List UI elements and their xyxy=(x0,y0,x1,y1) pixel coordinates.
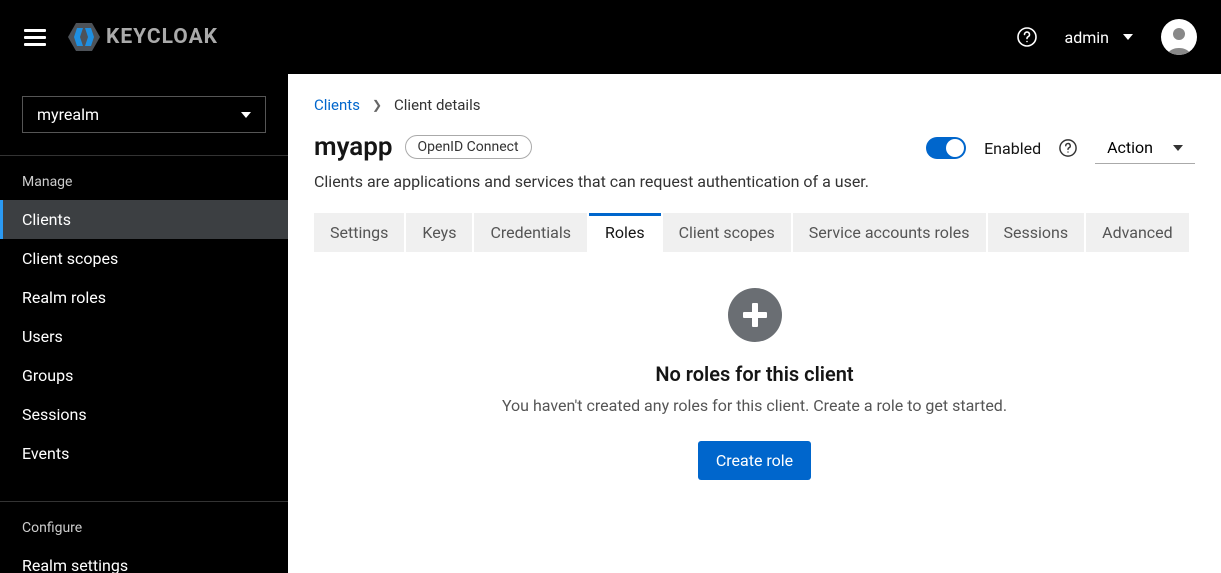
empty-state: No roles for this client You haven't cre… xyxy=(314,252,1195,516)
section-header-manage: Manage xyxy=(0,168,288,200)
action-label: Action xyxy=(1107,138,1153,157)
tab-service-accounts-roles[interactable]: Service accounts roles xyxy=(793,213,986,252)
realm-name: myrealm xyxy=(37,105,99,124)
user-menu[interactable]: admin xyxy=(1065,28,1133,47)
sidebar-item-users[interactable]: Users xyxy=(0,317,288,356)
tab-advanced[interactable]: Advanced xyxy=(1086,213,1189,252)
brand-logo[interactable]: KEYCLOAK xyxy=(68,23,218,51)
sidebar-item-clients[interactable]: Clients xyxy=(0,200,288,239)
keycloak-icon xyxy=(68,23,100,51)
plus-circle-icon xyxy=(728,288,782,342)
user-name: admin xyxy=(1065,28,1109,47)
help-icon[interactable] xyxy=(1059,139,1077,157)
sidebar: myrealm Manage Clients Client scopes Rea… xyxy=(0,74,288,573)
realm-selector[interactable]: myrealm xyxy=(22,96,266,133)
main-content: Clients ❯ Client details myapp OpenID Co… xyxy=(288,74,1221,573)
page-actions: Enabled Action xyxy=(926,132,1195,164)
topbar: KEYCLOAK admin xyxy=(0,0,1221,74)
menu-toggle-icon[interactable] xyxy=(24,29,46,46)
sidebar-item-client-scopes[interactable]: Client scopes xyxy=(0,239,288,278)
avatar[interactable] xyxy=(1161,19,1197,55)
protocol-badge: OpenID Connect xyxy=(405,135,532,159)
section-header-configure: Configure xyxy=(0,514,288,546)
page-title: myapp xyxy=(314,132,393,162)
empty-title: No roles for this client xyxy=(334,362,1175,386)
brand-text: KEYCLOAK xyxy=(106,25,218,49)
page-subtitle: Clients are applications and services th… xyxy=(314,172,1195,191)
help-icon[interactable] xyxy=(1017,27,1037,47)
sidebar-item-groups[interactable]: Groups xyxy=(0,356,288,395)
tab-credentials[interactable]: Credentials xyxy=(474,213,587,252)
breadcrumb-link-clients[interactable]: Clients xyxy=(314,96,360,114)
chevron-down-icon xyxy=(1173,145,1183,151)
sidebar-item-realm-settings[interactable]: Realm settings xyxy=(0,546,288,573)
topbar-right: admin xyxy=(1017,19,1197,55)
tab-roles[interactable]: Roles xyxy=(589,213,661,252)
enabled-label: Enabled xyxy=(984,139,1041,158)
breadcrumb-current: Client details xyxy=(394,96,480,114)
action-dropdown[interactable]: Action xyxy=(1095,132,1195,164)
tab-keys[interactable]: Keys xyxy=(406,213,472,252)
create-role-button[interactable]: Create role xyxy=(698,441,811,480)
tabs: Settings Keys Credentials Roles Client s… xyxy=(314,213,1195,252)
sidebar-item-events[interactable]: Events xyxy=(0,434,288,473)
chevron-right-icon: ❯ xyxy=(372,98,382,112)
chevron-down-icon xyxy=(1123,34,1133,40)
tab-client-scopes[interactable]: Client scopes xyxy=(663,213,791,252)
tab-settings[interactable]: Settings xyxy=(314,213,404,252)
enabled-toggle[interactable] xyxy=(926,137,966,159)
topbar-left: KEYCLOAK xyxy=(24,23,218,51)
empty-description: You haven't created any roles for this c… xyxy=(334,396,1175,415)
tab-sessions[interactable]: Sessions xyxy=(988,213,1085,252)
chevron-down-icon xyxy=(241,112,251,118)
page-header: myapp OpenID Connect Enabled Action xyxy=(314,132,1195,164)
sidebar-item-realm-roles[interactable]: Realm roles xyxy=(0,278,288,317)
sidebar-item-sessions[interactable]: Sessions xyxy=(0,395,288,434)
breadcrumb: Clients ❯ Client details xyxy=(314,96,1195,114)
